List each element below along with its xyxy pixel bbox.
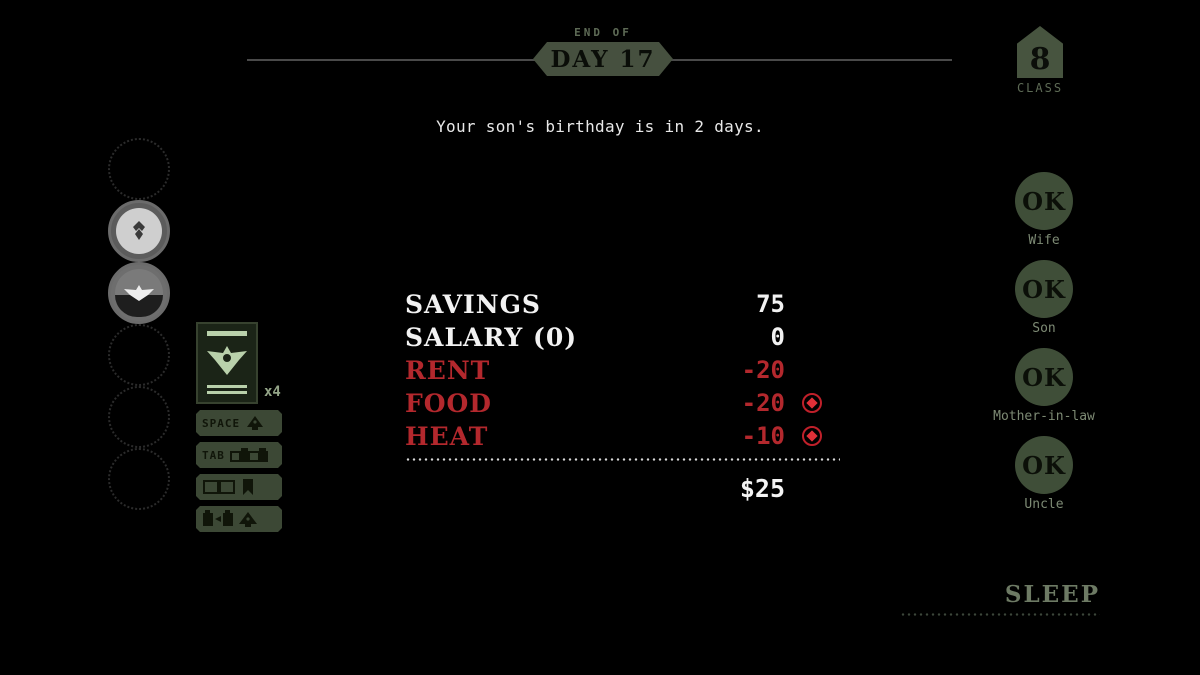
finance-row: FOOD -20	[405, 387, 840, 420]
day-banner: END OF DAY 17	[543, 26, 663, 40]
eagle-crest-icon	[207, 345, 247, 375]
end-of-label: END OF	[574, 26, 632, 39]
finance-rows: SAVINGS 75 SALARY (0) 0 RENT -20 FOOD -20 HEAT -1…	[405, 288, 840, 453]
family-member-name: Mother-in-law	[993, 409, 1095, 424]
slot-item-1[interactable]	[108, 138, 170, 200]
finance-warning-dot-icon	[802, 426, 822, 446]
inventory-panel: x4 SPACE TAB	[196, 322, 292, 532]
finance-row-amount: -20	[741, 389, 785, 417]
hint-rulebook-row[interactable]	[196, 474, 282, 500]
family-status-item: OK Wife	[958, 172, 1130, 248]
passport-eagle-icon[interactable]: x4	[196, 322, 281, 404]
header-rule-left	[247, 59, 552, 61]
family-status-text: OK	[1022, 274, 1066, 304]
rulebook-bookmark-icon	[202, 478, 258, 496]
bell-icon	[245, 415, 265, 431]
family-status-badge: OK	[1015, 172, 1073, 230]
finance-row: SAVINGS 75	[405, 288, 840, 321]
class-caption: CLASS	[1016, 81, 1064, 95]
finance-row: HEAT -10	[405, 420, 840, 453]
eagle-emblem-icon	[115, 269, 163, 317]
finance-row-label: HEAT	[405, 422, 489, 451]
game-screen: END OF DAY 17 8 CLASS Your son's birthda…	[0, 0, 1200, 675]
finance-row-label: SALARY (0)	[405, 323, 578, 352]
slot-item-3[interactable]	[108, 262, 170, 324]
finance-row: SALARY (0) 0	[405, 321, 840, 354]
class-badge: 8 CLASS	[1008, 26, 1072, 95]
slot-item-4[interactable]	[108, 324, 170, 386]
day-number-label: DAY 17	[550, 45, 656, 73]
family-member-name: Son	[1032, 321, 1056, 336]
sleep-label: SLEEP	[1004, 581, 1100, 608]
slot-item-2[interactable]	[108, 200, 170, 262]
family-member-name: Uncle	[1024, 497, 1064, 512]
family-status-text: OK	[1022, 450, 1066, 480]
badge-medallion-icon	[116, 208, 162, 254]
document-bottom-bar	[207, 385, 247, 394]
slot-item-6[interactable]	[108, 448, 170, 510]
finance-row: RENT -20	[405, 354, 840, 387]
family-slot-column	[108, 138, 172, 510]
finance-row-amount: -10	[741, 422, 785, 450]
family-status-badge: OK	[1015, 260, 1073, 318]
family-status-text: OK	[1022, 362, 1066, 392]
finance-total-value: $25	[739, 474, 785, 503]
finance-row-label: RENT	[405, 356, 491, 385]
hint-key-tab: TAB	[202, 448, 225, 462]
family-status-badge: OK	[1015, 348, 1073, 406]
hint-transfer-row[interactable]	[196, 506, 282, 532]
booth-counter-icon	[230, 447, 268, 463]
sleep-button[interactable]: SLEEP	[900, 582, 1100, 616]
slot-item-5[interactable]	[108, 386, 170, 448]
finance-row-label: SAVINGS	[405, 290, 541, 319]
finance-separator	[405, 458, 840, 461]
class-number: 8	[1029, 42, 1051, 77]
finance-row-label: FOOD	[405, 389, 492, 418]
finance-row-amount: 0	[770, 323, 785, 351]
class-shield-icon: 8	[1017, 26, 1063, 78]
document-top-bar	[207, 331, 247, 336]
document-transfer-bell-icon	[202, 510, 262, 528]
finance-total-row: $25	[405, 472, 840, 506]
family-status-item: OK Son	[958, 260, 1130, 336]
family-member-name: Wife	[1028, 233, 1060, 248]
finance-summary: SAVINGS 75 SALARY (0) 0 RENT -20 FOOD -20 HEAT -1…	[405, 288, 840, 506]
finance-row-amount: 75	[756, 290, 785, 318]
family-status-list: OK Wife OK Son OK Mother-in-law OK Uncle	[958, 172, 1130, 524]
hint-key-space: SPACE	[202, 416, 241, 430]
finance-row-amount: -20	[741, 356, 785, 384]
header-rule-right	[650, 59, 952, 61]
finance-warning-dot-icon	[802, 393, 822, 413]
family-status-text: OK	[1022, 186, 1066, 216]
family-status-badge: OK	[1015, 436, 1073, 494]
family-status-item: OK Uncle	[958, 436, 1130, 512]
sleep-underline	[900, 613, 1100, 616]
hint-space-row[interactable]: SPACE	[196, 410, 282, 436]
event-message: Your son's birthday is in 2 days.	[436, 117, 764, 136]
document-count: x4	[264, 384, 281, 400]
family-status-item: OK Mother-in-law	[958, 348, 1130, 424]
hint-tab-row[interactable]: TAB	[196, 442, 282, 468]
day-plate: DAY 17	[533, 42, 673, 76]
